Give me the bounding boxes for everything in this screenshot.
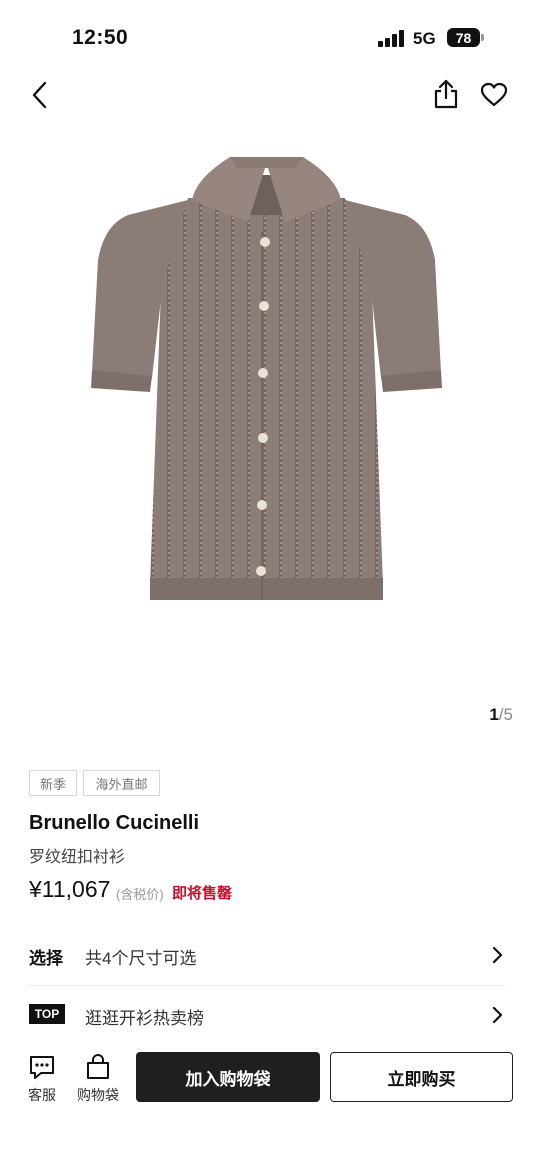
top-ranking-row[interactable] bbox=[0, 992, 533, 1038]
status-time: 12:50 bbox=[72, 26, 129, 49]
stock-status: 即将售罄 bbox=[172, 885, 233, 902]
battery-level: 78 bbox=[455, 29, 472, 46]
shopping-bag-icon bbox=[87, 1054, 109, 1079]
image-counter: 1/5 bbox=[489, 705, 513, 725]
chevron-right-icon bbox=[492, 946, 503, 964]
image-counter-total: 5 bbox=[503, 705, 513, 724]
network-label: 5G bbox=[413, 29, 436, 48]
shopping-bag-button[interactable]: 购物袋 bbox=[74, 1052, 122, 1104]
add-to-cart-button[interactable]: 加入购物袋 bbox=[136, 1052, 320, 1102]
tax-note: (含税价) bbox=[116, 887, 164, 902]
knit-shirt-image bbox=[91, 157, 442, 600]
tag-new-season: 新季 bbox=[29, 770, 77, 796]
back-button[interactable] bbox=[28, 80, 54, 110]
tag-overseas-direct: 海外直邮 bbox=[83, 770, 160, 796]
size-count-text: 共4个尺寸可选 bbox=[85, 949, 197, 968]
battery-icon: 78 bbox=[447, 28, 480, 47]
chevron-left-icon bbox=[32, 81, 47, 109]
size-select-row[interactable]: 选择 共4个尺寸可选 bbox=[0, 932, 533, 978]
product-name: 罗纹纽扣衬衫 bbox=[29, 849, 126, 866]
customer-service-button[interactable]: 客服 bbox=[22, 1052, 62, 1104]
battery-tip bbox=[481, 34, 484, 41]
heart-icon bbox=[480, 82, 508, 107]
select-label: 选择 bbox=[29, 949, 63, 968]
share-icon bbox=[434, 79, 458, 109]
buy-now-button[interactable]: 立即购买 bbox=[330, 1052, 513, 1102]
top-ranking-text: 逛逛开衫热卖榜 bbox=[85, 1009, 204, 1028]
chevron-right-icon bbox=[492, 1006, 503, 1024]
chat-icon bbox=[30, 1056, 54, 1079]
favorite-button[interactable] bbox=[480, 82, 508, 108]
brand-name[interactable]: Brunello Cucinelli bbox=[29, 812, 199, 835]
price: ¥11,067 bbox=[29, 876, 111, 902]
divider bbox=[29, 985, 505, 986]
share-button[interactable] bbox=[432, 79, 460, 109]
shopping-bag-label: 购物袋 bbox=[77, 1087, 119, 1103]
customer-service-label: 客服 bbox=[28, 1087, 56, 1103]
product-image[interactable] bbox=[0, 128, 533, 688]
top-badge: TOP bbox=[29, 1004, 65, 1024]
signal-icon bbox=[378, 30, 406, 47]
image-counter-current: 1 bbox=[489, 705, 499, 724]
